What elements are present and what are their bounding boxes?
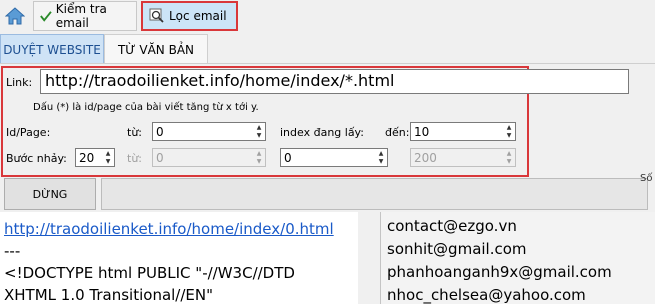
from2-label: từ:: [127, 152, 142, 165]
home-button[interactable]: [0, 1, 30, 31]
filter-email-label: Lọc email: [169, 9, 227, 23]
list-item[interactable]: sonhit@gmail.com: [387, 238, 649, 261]
home-icon: [5, 7, 25, 25]
step-spinner[interactable]: 20 ▲ ▼: [75, 148, 115, 167]
list-item[interactable]: nhoc_chelsea@yahoo.com: [387, 284, 649, 304]
to-spinner[interactable]: 10 ▲ ▼: [410, 122, 516, 141]
hint-text: Dấu (*) là id/page của bài viết tăng từ …: [33, 102, 259, 113]
stop-label: DỪNG: [32, 187, 68, 201]
tab-browse-website[interactable]: DUYỆT WEBSITE: [0, 34, 104, 64]
idpage-label: Id/Page:: [6, 126, 51, 139]
check-email-button[interactable]: Kiểm tra email: [33, 1, 137, 31]
checkmark-icon: [40, 11, 52, 22]
output-scrollbar[interactable]: [358, 212, 380, 304]
magnifier-icon: [149, 8, 164, 23]
tab-from-text[interactable]: TỪ VĂN BẢN: [104, 34, 208, 64]
to-value: 10: [414, 124, 430, 139]
spinner-arrows-icon[interactable]: ▲ ▼: [376, 150, 386, 165]
from-value: 0: [156, 124, 164, 139]
list-item[interactable]: contact@ezgo.vn: [387, 215, 649, 238]
index-label: index đang lấy:: [280, 126, 364, 139]
tab-from-text-label: TỪ VĂN BẢN: [117, 42, 195, 57]
tab-divider: [0, 63, 655, 64]
check-email-label: Kiểm tra email: [55, 2, 107, 30]
filter-email-button[interactable]: Lọc email: [141, 1, 238, 31]
link-label: Link:: [6, 76, 33, 89]
spinner-arrows-icon: ▲ ▼: [256, 150, 262, 165]
step-value: 20: [79, 150, 95, 165]
toolbar: Kiểm tra email Lọc email: [0, 0, 655, 34]
from-label: từ:: [127, 126, 142, 139]
count-label-clipped: Số: [640, 173, 653, 184]
step-label: Bước nhảy:: [6, 152, 67, 165]
progress-bar: [101, 178, 648, 210]
to2-spinner: 200 ▲ ▼: [410, 148, 516, 167]
tab-browse-website-label: DUYỆT WEBSITE: [3, 42, 101, 57]
to-label: đến:: [385, 126, 410, 139]
index-value: 0: [284, 150, 292, 165]
spinner-arrows-icon: ▲ ▼: [506, 150, 512, 165]
crawl-output-text[interactable]: http://traodoilienket.info/home/index/0.…: [0, 212, 380, 304]
from2-spinner: 0 ▲ ▼: [152, 148, 266, 167]
output-line: <!DOCTYPE html PUBLIC "-//W3C//DTD: [4, 264, 295, 282]
spinner-arrows-icon[interactable]: ▲ ▼: [103, 150, 113, 165]
index-spinner[interactable]: 0 ▲ ▼: [280, 148, 388, 167]
to2-value: 200: [414, 150, 437, 165]
output-line: XHTML 1.0 Transitional//EN": [4, 286, 214, 304]
link-input[interactable]: http://traodoilienket.info/home/index/*.…: [40, 69, 629, 94]
list-item[interactable]: phanhoanganh9x@gmail.com: [387, 261, 649, 284]
spinner-arrows-icon[interactable]: ▲ ▼: [254, 124, 264, 139]
stop-button[interactable]: DỪNG: [4, 178, 96, 210]
spinner-arrows-icon[interactable]: ▲ ▼: [504, 124, 514, 139]
output-line-url[interactable]: http://traodoilienket.info/home/index/0.…: [4, 218, 376, 240]
from-spinner[interactable]: 0 ▲ ▼: [152, 122, 266, 141]
from2-value: 0: [156, 150, 164, 165]
output-line: ---: [4, 242, 21, 260]
email-list[interactable]: contact@ezgo.vn sonhit@gmail.com phanhoa…: [380, 212, 655, 304]
